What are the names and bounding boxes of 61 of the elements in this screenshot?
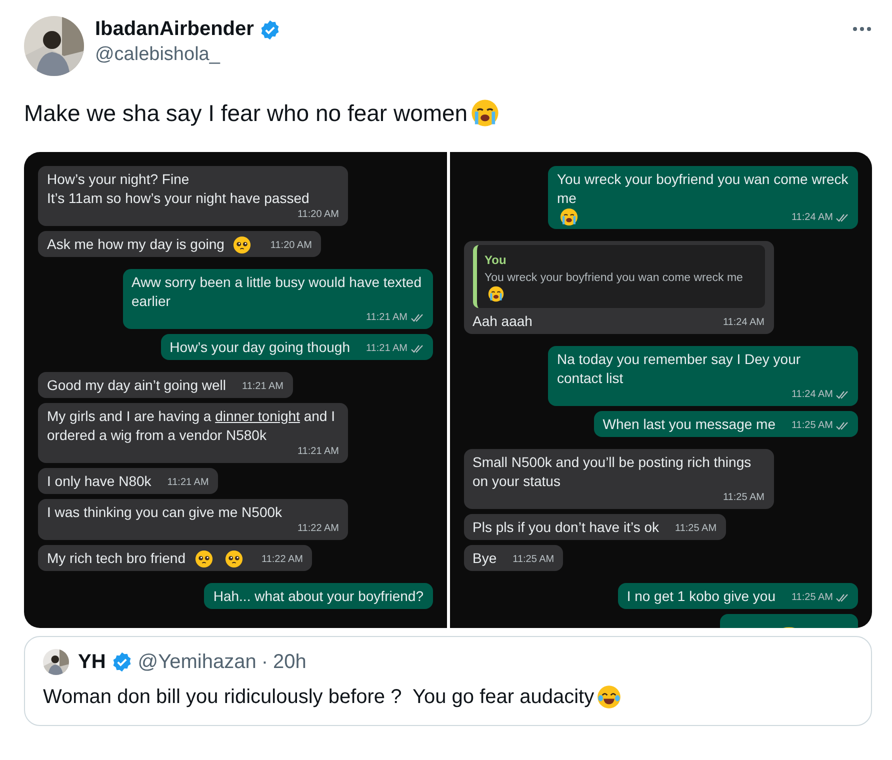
message-time: 11:21 AM: [242, 380, 284, 394]
message-time: 11:25 AM: [791, 591, 833, 605]
message-time: 11:21 AM: [366, 342, 408, 356]
post-text: Make we sha say I fear who no fear women: [24, 100, 468, 126]
pleading-emoji-icon: [194, 550, 212, 568]
double-check-icon: [410, 345, 424, 353]
message-time: 11:25 AM: [512, 553, 554, 567]
message-text: Hah... what about your boyfriend?: [213, 587, 424, 606]
message-time: 11:25 AM: [791, 419, 833, 433]
message-time: 11:24 AM: [791, 388, 833, 402]
message-link[interactable]: dinner tonight: [215, 408, 300, 424]
crying-emoji-icon: [470, 99, 499, 127]
message-text: Na today you remember say I Dey your contact list: [557, 350, 802, 388]
message-text: Small N500k and you’ll be posting rich things on your status: [472, 453, 752, 491]
message-text: My girls and I are having a dinner tonight and I ordered a wig from a vendor N580k: [47, 407, 336, 445]
message-time: 11:25 AM: [675, 522, 717, 536]
double-check-icon: [410, 314, 424, 322]
message-text: How’s your day going though: [170, 338, 350, 357]
double-check-icon: [836, 391, 849, 399]
post-age: 20h: [273, 650, 306, 674]
message-time: 11:24 AM: [791, 211, 833, 225]
message-time: 11:21 AM: [167, 476, 209, 490]
crying-emoji-icon: [488, 286, 504, 302]
message-text: You wreck your boyfriend you wan come wreck me: [557, 170, 849, 208]
message-text: I only have N80k: [47, 472, 152, 491]
quote-author-name[interactable]: YH: [78, 650, 106, 674]
reply-author: You: [484, 252, 508, 269]
message-time: 11:21 AM: [366, 311, 408, 325]
message-text: I no get 1 kobo give you: [626, 587, 776, 606]
message-text: Aww sorry been a little busy would have texted earlier: [132, 273, 423, 311]
double-check-icon: [836, 214, 849, 222]
crying-emoji-icon: [560, 208, 578, 226]
message-time: 11:22 AM: [262, 553, 304, 567]
message-text: Ask me how my day is going: [47, 235, 224, 254]
message-time: 11:20 AM: [297, 208, 339, 222]
pleading-emoji-icon: [224, 550, 242, 568]
message-text: Bye: [472, 549, 497, 568]
laughing-emoji-icon: [597, 685, 622, 709]
message-time: 11:20 AM: [270, 239, 312, 253]
message-time: 11:24 AM: [722, 316, 764, 330]
author-handle[interactable]: @calebishola_: [95, 44, 841, 66]
message-text: Good my day ain’t going well: [47, 376, 226, 395]
author-name[interactable]: IbadanAirbender: [95, 18, 254, 41]
message-text: When last you message me: [602, 415, 776, 434]
separator-dot: ·: [261, 650, 268, 674]
double-check-icon: [836, 422, 849, 430]
double-check-icon: [836, 594, 849, 602]
quote-text: Woman don bill you ridiculously before ? You go fear audacity: [43, 686, 594, 708]
message-time: 11:21 AM: [297, 445, 339, 459]
quoted-post[interactable]: YH @Yemihazan · 20h Woman don bill you ridiculously before ? You go fear audacity: [24, 636, 872, 726]
quote-author-handle[interactable]: @Yemihazan: [138, 650, 256, 674]
message-text: Pls pls if you don’t have it’s ok: [472, 518, 660, 537]
message-text: Aah aaah: [472, 312, 532, 331]
message-text: How’s your night? Fine It’s 11am so how’s your night have passed: [47, 170, 310, 208]
pleading-emoji-icon: [233, 236, 252, 254]
message-text: I was thinking you can give me N500k: [47, 503, 282, 522]
message-time: 11:22 AM: [297, 522, 339, 536]
message-time: 11:25 AM: [722, 491, 764, 505]
reply-text: You wreck your boyfriend you wan come wreck me: [484, 271, 744, 286]
more-options-icon[interactable]: [852, 26, 872, 32]
message-text: My rich tech bro friend: [47, 549, 186, 568]
